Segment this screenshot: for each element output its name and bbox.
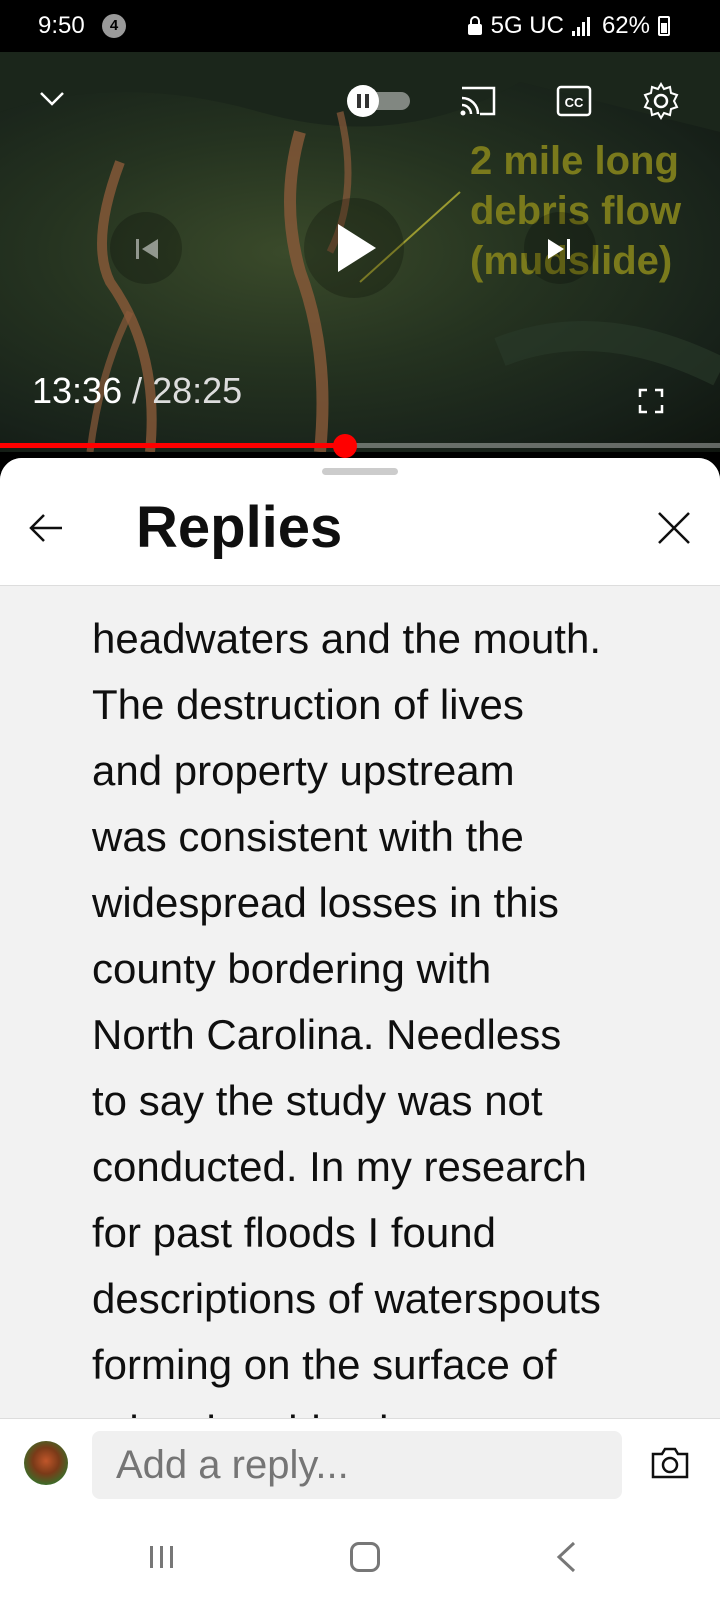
time-separator: / <box>122 370 153 411</box>
reply-text-line: headwaters and the mouth. <box>92 615 602 662</box>
avatar <box>24 1441 68 1485</box>
reply-input[interactable] <box>92 1431 622 1499</box>
reply-text-line: and property upstream <box>92 747 515 794</box>
close-icon[interactable] <box>654 508 694 548</box>
play-button[interactable] <box>304 198 404 298</box>
chevron-down-icon[interactable] <box>38 88 66 108</box>
system-nav-bar <box>0 1512 720 1600</box>
reply-text-line: descriptions of waterspouts <box>92 1275 601 1322</box>
notification-count-badge: 4 <box>102 14 126 38</box>
status-time: 9:50 <box>38 12 85 39</box>
lock-icon <box>467 16 482 35</box>
autoplay-toggle-icon[interactable] <box>346 84 412 118</box>
home-icon[interactable] <box>350 1542 380 1572</box>
video-player[interactable]: 2 mile long debris flow (mudslide) CC 13… <box>0 52 720 452</box>
drag-handle[interactable] <box>322 468 398 475</box>
current-time: 13:36 <box>32 370 123 411</box>
video-progress-fill <box>0 443 345 448</box>
network-label: 5G UC <box>490 12 564 39</box>
reply-text-line: for past floods I found <box>92 1209 496 1256</box>
video-timecode: 13:36 / 28:25 <box>32 370 242 412</box>
replies-sheet: Replies headwaters and the mouth. The de… <box>0 458 720 1600</box>
reply-text-line: rains thrashing its <box>92 1398 672 1418</box>
reply-text-line: North Carolina. Needless <box>92 1011 562 1058</box>
reply-comment-text: headwaters and the mouth. The destructio… <box>92 606 672 1418</box>
overlay-caption-line: 2 mile long <box>470 139 679 183</box>
reply-text-line: widespread losses in this <box>92 879 559 926</box>
nav-back-icon[interactable] <box>554 1540 578 1574</box>
video-scrubber-handle[interactable] <box>332 434 357 458</box>
next-button[interactable] <box>524 212 596 284</box>
reply-text-line: The destruction of lives <box>92 681 524 728</box>
back-arrow-icon[interactable] <box>26 508 66 548</box>
replies-title: Replies <box>136 495 343 560</box>
reply-text-line: conducted. In my research <box>92 1143 587 1190</box>
fullscreen-icon[interactable] <box>638 388 664 414</box>
svg-text:CC: CC <box>565 95 584 110</box>
camera-icon[interactable] <box>650 1445 690 1481</box>
reply-text-line: county bordering with <box>92 945 492 992</box>
recents-icon[interactable] <box>148 1544 176 1570</box>
reply-text-line: forming on the surface of <box>92 1341 557 1388</box>
captions-icon[interactable]: CC <box>556 84 592 118</box>
video-duration: 28:25 <box>152 370 243 411</box>
battery-percent: 62% <box>601 12 650 39</box>
cast-icon[interactable] <box>458 84 498 118</box>
settings-icon[interactable] <box>642 82 680 120</box>
status-bar: 9:50 4 5G UC 62% <box>0 0 720 52</box>
next-icon <box>548 239 570 259</box>
reply-text-line: to say the study was not <box>92 1077 543 1124</box>
replies-header: Replies <box>0 458 720 586</box>
battery-icon <box>658 16 670 36</box>
previous-icon <box>136 239 158 259</box>
reply-content-area[interactable]: headwaters and the mouth. The destructio… <box>0 586 720 1418</box>
reply-composer <box>0 1418 720 1512</box>
previous-button[interactable] <box>110 212 182 284</box>
play-icon <box>338 224 376 272</box>
signal-icon <box>571 16 594 36</box>
reply-text-line: was consistent with the <box>92 813 524 860</box>
status-right: 5G UC 62% <box>467 12 670 40</box>
